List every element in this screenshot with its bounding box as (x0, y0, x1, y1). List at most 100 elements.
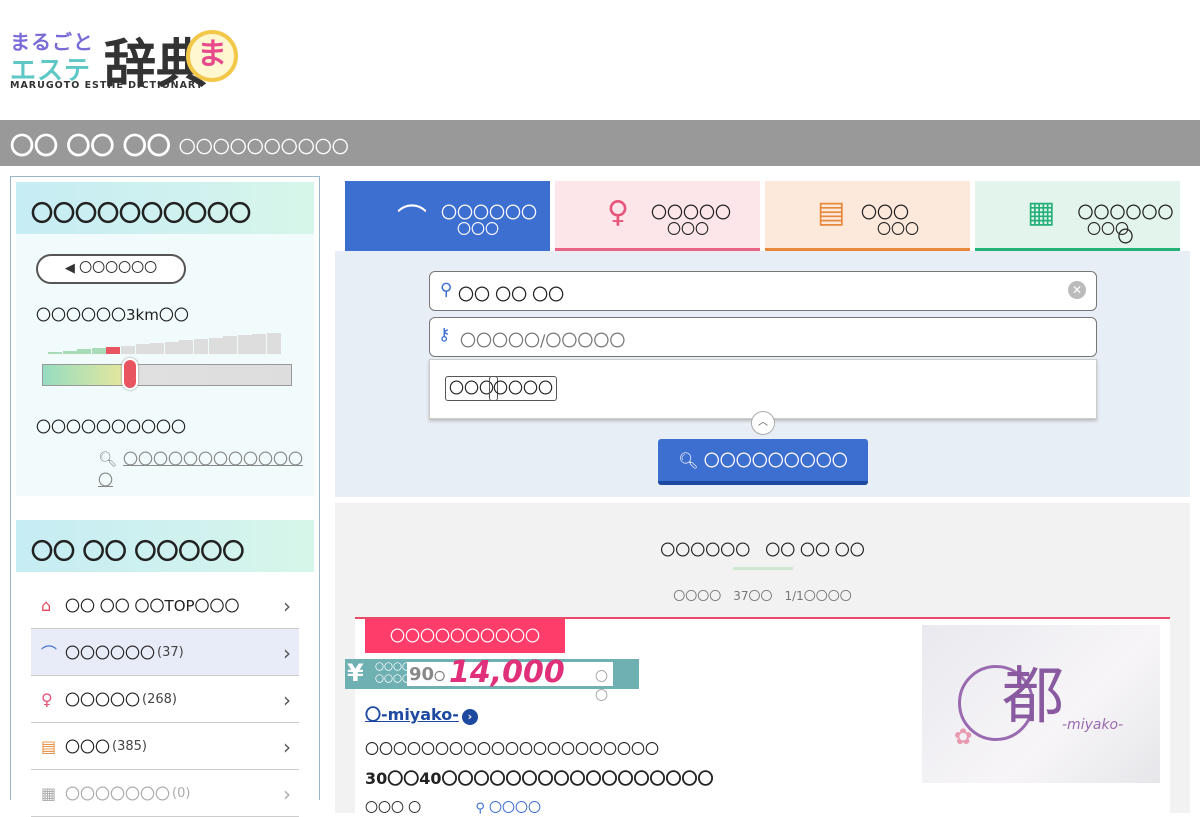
yen-icon: ¥ (347, 659, 364, 687)
radius-bar (208, 337, 223, 354)
price-amount: 14,000 (449, 655, 565, 690)
shop-logo-sub: -miyako- (1062, 717, 1124, 733)
sidebar-item-label: 〇〇〇〇〇〇〇 (65, 784, 171, 803)
flower-icon: ✿ (954, 725, 973, 750)
shop-name: 〇-miyako- (365, 705, 459, 724)
chevron-right-icon: › (283, 594, 291, 618)
shop-card[interactable]: 〇〇〇〇〇〇〇〇〇〇 ¥ 〇〇〇〇 〇〇〇〇 90〇 14,000 〇〇 〇-mi… (345, 617, 1170, 817)
page-title: 〇〇 〇〇 〇〇 (10, 131, 171, 160)
search-button-label: 〇〇〇〇〇〇〇〇〇 (703, 451, 848, 470)
tab-sublabel: 〇〇〇 (1087, 222, 1129, 238)
keyword-placeholder: 〇〇〇〇〇/〇〇〇〇〇 (460, 331, 626, 350)
divider (733, 567, 793, 570)
search-icon: 🔍︎ (98, 450, 118, 468)
radius-slider-track[interactable] (42, 364, 292, 386)
condition-link[interactable]: 🔍︎ 〇〇〇〇〇〇〇〇〇〇〇〇〇 (98, 448, 314, 490)
card-badge: 〇〇〇〇〇〇〇〇〇〇 (365, 619, 565, 653)
chevron-right-icon: › (283, 735, 291, 759)
minutes-unit: 〇 (434, 670, 446, 683)
shop-image[interactable]: 都 ✿ -miyako- (922, 625, 1160, 783)
woman-icon: ♀ (607, 195, 629, 230)
radius-bar (150, 342, 165, 354)
sidebar-item-therapists[interactable]: ♀ 〇〇〇〇〇 (268) › (31, 676, 299, 723)
results-title: 〇〇〇〇〇〇 〇〇 〇〇 〇〇 (660, 541, 865, 559)
sidebar-item-count: (268) (142, 691, 177, 707)
sidebar-section-title: 〇〇〇〇〇〇〇〇〇〇 (16, 182, 314, 234)
condition-label: 〇〇〇〇〇〇〇〇〇〇 (36, 418, 187, 436)
chevron-right-icon: › (283, 641, 291, 665)
radius-bar (223, 336, 238, 354)
search-panel: ⚲ 〇〇 〇〇 〇〇 ✕ ⚷ 〇〇〇〇〇/〇〇〇〇〇 〇〇〇 〇〇〇〇 ︿ 🔍︎… (335, 251, 1190, 497)
sidebar-item-reviews[interactable]: ▤ 〇〇〇 (385) › (31, 723, 299, 770)
sidebar-item-count: (385) (112, 738, 147, 754)
location-field[interactable]: ⚲ 〇〇 〇〇 〇〇 ✕ (429, 271, 1097, 311)
back-button[interactable]: ◀ 〇〇〇〇〇〇 (36, 254, 186, 284)
tab-schedule[interactable]: ▦ 〇〇〇〇〇〇〇 〇〇〇 (975, 181, 1180, 251)
map-pin-icon: ⚲ (440, 280, 453, 300)
sidebar-item-label: 〇〇 〇〇 〇〇TOP〇〇〇 (65, 596, 240, 615)
radius-panel: ◀ 〇〇〇〇〇〇 〇〇〇〇〇〇3km〇〇 〇〇〇〇〇〇〇〇〇〇 🔍︎ 〇〇〇〇〇〇… (16, 234, 314, 496)
tab-sublabel: 〇〇〇 (457, 222, 499, 238)
price-label-1: 〇〇〇〇 (375, 663, 412, 673)
sidebar-item-schedule[interactable]: ▦ 〇〇〇〇〇〇〇 (0) › (31, 770, 299, 817)
radius-bar (121, 345, 135, 354)
radius-bar (135, 344, 150, 354)
sidebar-item-label: 〇〇〇〇〇 (65, 690, 141, 709)
search-icon: 🔍︎ (678, 451, 704, 470)
radius-label: 〇〇〇〇〇〇3km〇〇 (36, 306, 189, 324)
keyword-field[interactable]: ⚷ 〇〇〇〇〇/〇〇〇〇〇 (429, 317, 1097, 357)
radius-bar (194, 339, 208, 354)
radius-slider-knob[interactable] (122, 358, 138, 390)
sidebar-item-label: 〇〇〇〇〇〇 (65, 643, 156, 662)
price-box: 90〇 14,000 〇〇 (407, 655, 613, 704)
tab-shops[interactable]: ⌒ 〇〇〇〇〇〇 〇〇〇 (345, 181, 550, 251)
site-logo[interactable]: まるごと エステ 辞典 ま MARUGOTO ESTHE DICTIONARY (10, 20, 250, 95)
chevron-right-icon: › (283, 782, 291, 806)
hanger-icon: ⌒ (397, 203, 427, 238)
site-header: まるごと エステ 辞典 ま MARUGOTO ESTHE DICTIONARY (0, 0, 1200, 120)
key-icon: ⚷ (438, 325, 451, 345)
tab-reviews[interactable]: ▤ 〇〇〇 〇〇〇 (765, 181, 970, 251)
results-meta: 〇〇〇〇 37〇〇 1/1〇〇〇〇 (673, 589, 852, 603)
minutes-value: 90 (409, 664, 435, 685)
main-content: ⌒ 〇〇〇〇〇〇 〇〇〇 ♀ 〇〇〇〇〇 〇〇〇 ▤ 〇〇〇 〇〇〇 ▦ 〇〇〇… (335, 176, 1190, 817)
radius-bar (62, 350, 77, 354)
sidebar-item-top[interactable]: ⌂ 〇〇 〇〇 〇〇TOP〇〇〇 › (31, 582, 299, 629)
radius-bar (91, 348, 106, 354)
chevron-up-icon[interactable]: ︿ (751, 411, 775, 435)
search-tabs: ⌒ 〇〇〇〇〇〇 〇〇〇 ♀ 〇〇〇〇〇 〇〇〇 ▤ 〇〇〇 〇〇〇 ▦ 〇〇〇… (335, 176, 1190, 251)
radius-bar (77, 349, 92, 354)
logo-mascot-icon: ま (186, 30, 238, 82)
radius-bar (252, 333, 267, 354)
location-value: 〇〇 〇〇 〇〇 (458, 285, 565, 304)
logo-subtitle: MARUGOTO ESTHE DICTIONARY (10, 80, 204, 91)
tab-sublabel: 〇〇〇 (667, 222, 709, 238)
sidebar-item-label: 〇〇〇 (65, 737, 111, 756)
radius-bars (48, 332, 282, 354)
radius-bar (179, 340, 194, 354)
tab-therapists[interactable]: ♀ 〇〇〇〇〇 〇〇〇 (555, 181, 760, 251)
home-icon: ⌂ (41, 595, 52, 615)
radius-bar (267, 332, 281, 354)
page-subtitle: 〇〇〇〇〇〇〇〇〇〇 (178, 137, 349, 158)
shop-name-link[interactable]: 〇-miyako- › (365, 701, 478, 725)
chevron-right-icon: › (283, 688, 291, 712)
sidebar-nav: ⌂ 〇〇 〇〇 〇〇TOP〇〇〇 › ⌒ 〇〇〇〇〇〇 (37) › ♀ 〇〇〇… (31, 582, 299, 817)
price-label-2: 〇〇〇〇 (375, 675, 412, 685)
shop-logo-kanji: 都 (1002, 659, 1065, 732)
price-label: 〇〇〇〇 〇〇〇〇 (375, 662, 411, 686)
sidebar-item-shops[interactable]: ⌒ 〇〇〇〇〇〇 (37) › (31, 629, 299, 676)
chat-icon: ▤ (817, 195, 846, 230)
price-unit: 〇〇 (595, 670, 609, 704)
tab-sublabel: 〇〇〇 (877, 222, 919, 238)
search-button[interactable]: 🔍︎ 〇〇〇〇〇〇〇〇〇 (658, 439, 868, 485)
page-title-bar: 〇〇 〇〇 〇〇 〇〇〇〇〇〇〇〇〇〇 (0, 120, 1200, 166)
keyword-chip[interactable]: 〇〇〇〇 (489, 376, 558, 401)
price-banner: ¥ 〇〇〇〇 〇〇〇〇 90〇 14,000 〇〇 (345, 655, 639, 704)
clear-icon[interactable]: ✕ (1068, 281, 1086, 299)
radius-bar (237, 335, 252, 354)
location-link[interactable]: 〇〇〇〇 (489, 801, 541, 816)
price-minutes: 90〇 (409, 664, 445, 685)
shop-catchphrase: 〇〇〇〇〇〇〇〇〇〇〇〇〇〇〇〇〇〇〇〇〇 (365, 742, 659, 758)
condition-link-label: 〇〇〇〇〇〇〇〇〇〇〇〇〇 (98, 450, 304, 489)
